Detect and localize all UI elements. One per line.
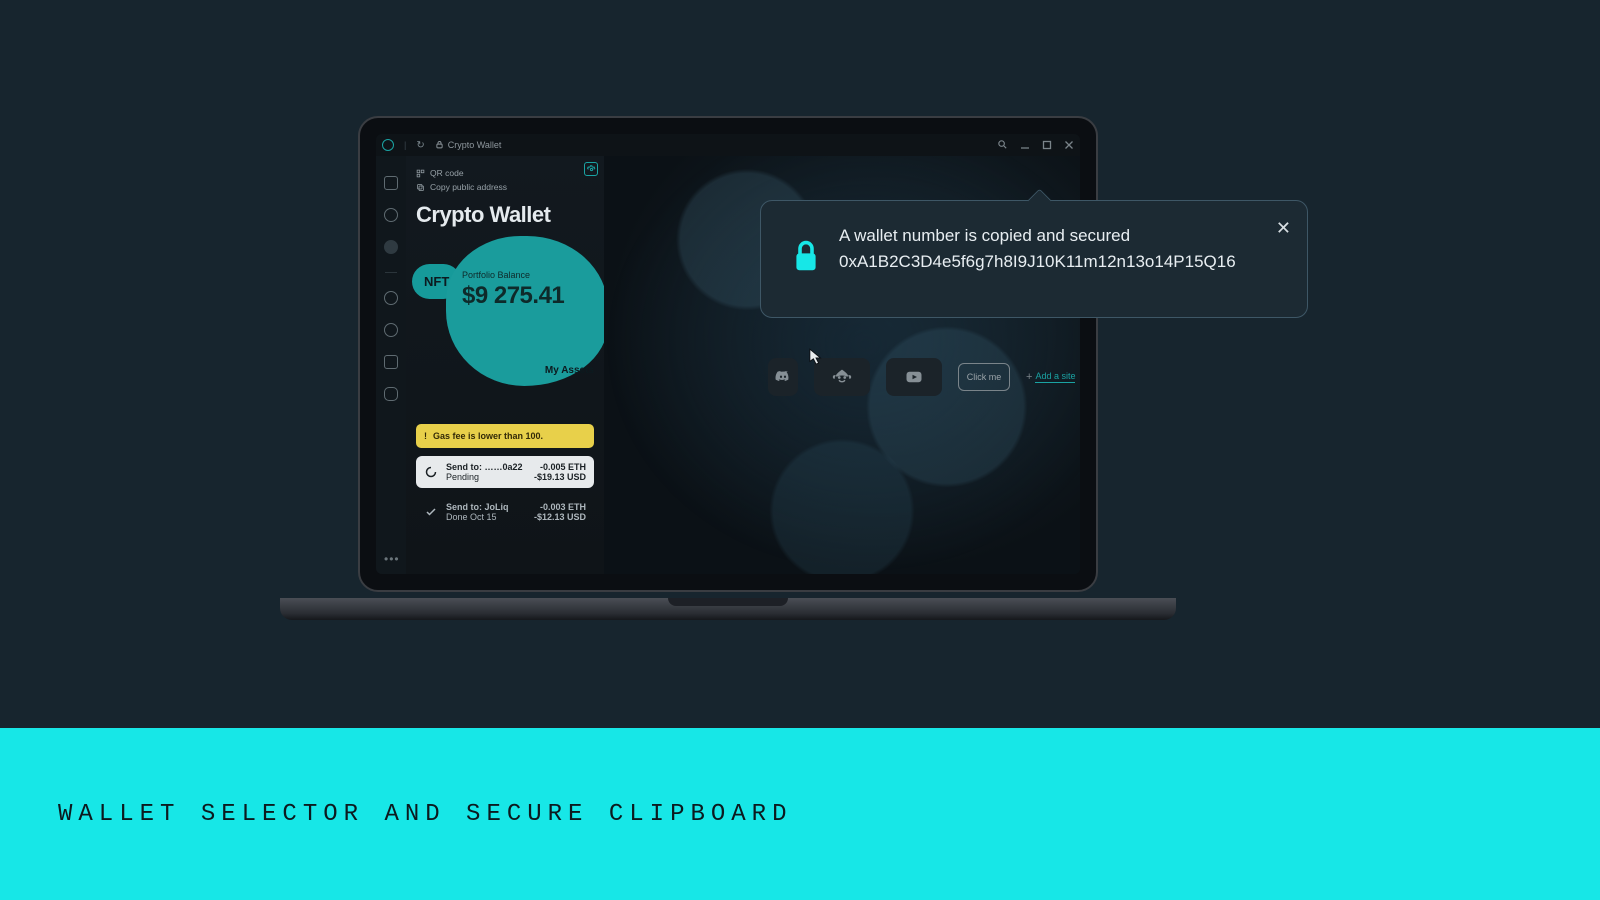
- tx2-amount-eth: -0.003 ETH: [534, 502, 586, 512]
- wallet-qr-label: QR code: [430, 168, 464, 178]
- my-assets-label: My Assets: [545, 365, 594, 376]
- transaction-list: ! Gas fee is lower than 100. Send to: ………: [416, 424, 594, 528]
- rail-overflow-icon[interactable]: •••: [384, 552, 400, 566]
- click-me-label: Click me: [967, 372, 1002, 382]
- transaction-done[interactable]: Send to: JoLiq Done Oct 15 -0.003 ETH -$…: [416, 496, 594, 528]
- laptop-frame: | ↻ Crypto Wallet: [358, 116, 1098, 616]
- titlebar-left: | ↻ Crypto Wallet: [382, 139, 501, 151]
- wallet-title: Crypto Wallet: [416, 202, 594, 228]
- tx2-line1: Send to: JoLiq: [446, 502, 526, 512]
- toast-address: 0xA1B2C3D4e5f6g7h8I9J10K11m12n13o14P15Q1…: [839, 249, 1281, 275]
- balance-card[interactable]: Portfolio Balance $9 275.41 My Assets: [446, 236, 608, 386]
- gas-fee-banner: ! Gas fee is lower than 100.: [416, 424, 594, 448]
- nft-pill-label: NFT: [424, 274, 449, 289]
- transaction-pending[interactable]: Send to: ……0a22 Pending -0.005 ETH -$19.…: [416, 456, 594, 488]
- screen-bezel: | ↻ Crypto Wallet: [358, 116, 1098, 592]
- rail-whatsapp-icon[interactable]: [384, 208, 398, 222]
- side-rail: •••: [376, 156, 406, 574]
- titlebar-right: [997, 139, 1074, 152]
- alert-icon: !: [424, 431, 427, 441]
- reload-icon[interactable]: ↻: [416, 140, 424, 151]
- rail-player-icon[interactable]: [384, 291, 398, 305]
- caption-banner: WALLET SELECTOR AND SECURE CLIPBOARD: [0, 728, 1600, 900]
- wallet-qr-link[interactable]: QR code: [416, 168, 594, 178]
- brand-logo-icon: [382, 139, 394, 151]
- search-icon[interactable]: [997, 139, 1008, 152]
- wallet-mini-links: QR code Copy public address: [416, 168, 594, 192]
- rail-settings-icon[interactable]: [384, 387, 398, 401]
- toast-message: A wallet number is copied and secured: [839, 223, 1281, 249]
- plus-icon: +: [1026, 371, 1032, 383]
- tx1-line2: Pending: [446, 472, 526, 482]
- wallet-copy-address-link[interactable]: Copy public address: [416, 182, 594, 192]
- copied-secure-toast: ✕ A wallet number is copied and secured …: [760, 200, 1308, 318]
- wallet-copy-label: Copy public address: [430, 182, 507, 192]
- mouse-cursor-icon: [809, 348, 823, 366]
- maximize-button[interactable]: [1042, 140, 1052, 150]
- minimize-button[interactable]: [1020, 140, 1030, 150]
- rail-telegram-icon[interactable]: [384, 240, 398, 254]
- caption-text: WALLET SELECTOR AND SECURE CLIPBOARD: [58, 801, 792, 828]
- close-toast-button[interactable]: ✕: [1276, 215, 1291, 242]
- titlebar-divider: |: [404, 140, 406, 150]
- tx1-amount-usd: -$19.13 USD: [534, 472, 586, 482]
- add-site-label: Add a site: [1035, 371, 1075, 383]
- spinner-icon: [424, 465, 438, 479]
- rail-cube-icon[interactable]: [384, 355, 398, 369]
- tab-label-text: Crypto Wallet: [448, 140, 502, 150]
- rail-history-icon[interactable]: [384, 323, 398, 337]
- tx1-line1: Send to: ……0a22: [446, 462, 526, 472]
- gas-fee-text: Gas fee is lower than 100.: [433, 431, 543, 441]
- tx2-amount-usd: -$12.13 USD: [534, 512, 586, 522]
- close-window-button[interactable]: [1064, 140, 1074, 150]
- lock-small-icon: [435, 140, 444, 151]
- check-icon: [424, 505, 438, 519]
- wallet-settings-icon[interactable]: [584, 162, 598, 176]
- laptop-base: [280, 598, 1176, 620]
- portfolio-balance-label: Portfolio Balance: [462, 270, 598, 280]
- tile-youtube[interactable]: [886, 358, 942, 396]
- portfolio-balance-amount: $9 275.41: [462, 282, 598, 310]
- lock-icon: [791, 239, 821, 275]
- my-assets-link[interactable]: My Assets: [545, 346, 594, 376]
- tile-discord[interactable]: [768, 358, 798, 396]
- tile-click-me[interactable]: Click me: [958, 363, 1010, 391]
- rail-bookmarks-icon[interactable]: [384, 176, 398, 190]
- wallet-panel: QR code Copy public address Crypto Walle…: [406, 156, 604, 574]
- tx2-line2: Done Oct 15: [446, 512, 526, 522]
- tab-crypto-wallet[interactable]: Crypto Wallet: [435, 140, 502, 151]
- laptop-notch: [668, 598, 788, 606]
- window-titlebar: | ↻ Crypto Wallet: [376, 134, 1080, 156]
- rail-divider: [385, 272, 397, 273]
- tx1-amount-eth: -0.005 ETH: [534, 462, 586, 472]
- add-site-link[interactable]: + Add a site: [1026, 371, 1075, 383]
